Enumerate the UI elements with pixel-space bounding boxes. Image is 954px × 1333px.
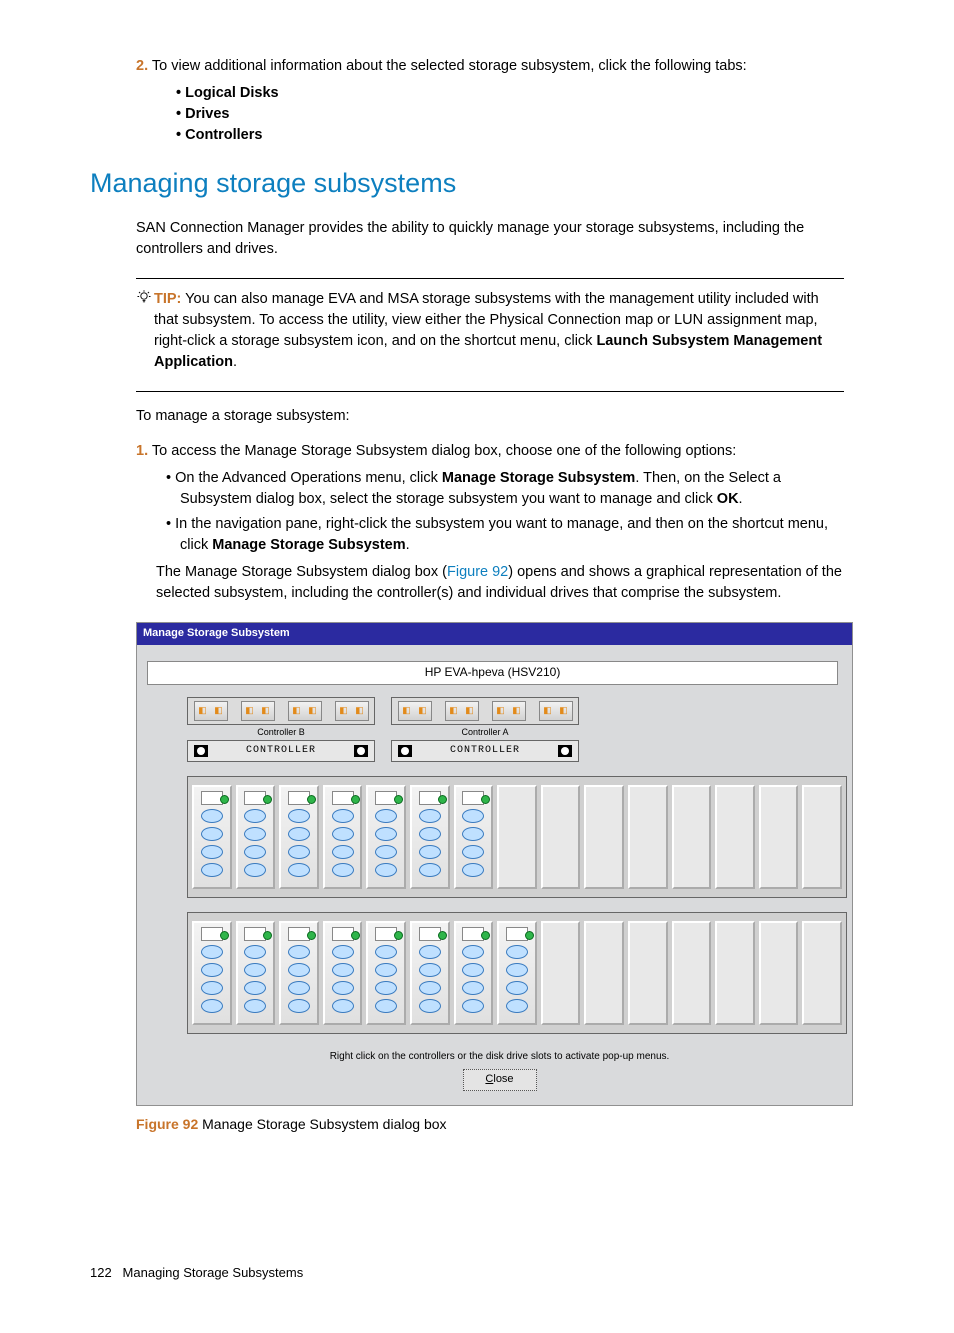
drive-slot-populated[interactable] bbox=[279, 921, 319, 1025]
option-b: In the navigation pane, right-click the … bbox=[166, 514, 844, 556]
tip-lightbulb-icon bbox=[136, 289, 154, 373]
controller-text: CONTROLLER bbox=[246, 744, 316, 759]
controller-bar: CONTROLLER bbox=[391, 740, 579, 763]
drive-slot-populated[interactable] bbox=[192, 921, 232, 1025]
section-intro: SAN Connection Manager provides the abil… bbox=[136, 218, 844, 260]
page-number: 122 bbox=[90, 1265, 112, 1280]
controller-bar: CONTROLLER bbox=[187, 740, 375, 763]
drive-slot-empty[interactable] bbox=[584, 785, 624, 889]
drive-slot-empty[interactable] bbox=[715, 921, 755, 1025]
drive-slot-populated[interactable] bbox=[454, 921, 494, 1025]
bold: OK bbox=[717, 491, 739, 507]
tip-rule-bottom bbox=[136, 391, 844, 392]
drive-shelf-2 bbox=[187, 912, 847, 1034]
text: On the Advanced Operations menu, click bbox=[175, 470, 442, 486]
drive-slot-populated[interactable] bbox=[454, 785, 494, 889]
tip-block: TIP: You can also manage EVA and MSA sto… bbox=[136, 289, 844, 373]
drive-slot-empty[interactable] bbox=[802, 785, 842, 889]
figure-label: Figure 92 bbox=[136, 1116, 198, 1132]
drive-slot-populated[interactable] bbox=[236, 785, 276, 889]
led-icon bbox=[398, 745, 412, 757]
controller-ports-icon: ◧◧◧◧◧◧◧◧ bbox=[391, 697, 579, 725]
text: . bbox=[406, 537, 410, 553]
controller-a-group[interactable]: ◧◧◧◧◧◧◧◧ Controller A CONTROLLER bbox=[391, 697, 579, 763]
dialog-manage-storage-subsystem: Manage Storage Subsystem HP EVA-hpeva (H… bbox=[136, 622, 853, 1105]
tip-rule-top bbox=[136, 278, 844, 279]
tip-text-end: . bbox=[233, 354, 237, 370]
dialog-titlebar: Manage Storage Subsystem bbox=[137, 623, 852, 645]
section-heading: Managing storage subsystems bbox=[90, 164, 844, 203]
drive-shelf-1 bbox=[187, 776, 847, 898]
step-number: 1. bbox=[136, 443, 148, 459]
drive-slot-empty[interactable] bbox=[715, 785, 755, 889]
controller-b-group[interactable]: ◧◧◧◧◧◧◧◧ Controller B CONTROLLER bbox=[187, 697, 375, 763]
drive-slot-empty[interactable] bbox=[541, 785, 581, 889]
controller-ports-icon: ◧◧◧◧◧◧◧◧ bbox=[187, 697, 375, 725]
subsystem-header: HP EVA-hpeva (HSV210) bbox=[147, 661, 838, 684]
result-paragraph: The Manage Storage Subsystem dialog box … bbox=[156, 562, 844, 604]
step-text: To view additional information about the… bbox=[152, 58, 747, 74]
bold: Manage Storage Subsystem bbox=[212, 537, 405, 553]
drive-slot-populated[interactable] bbox=[323, 921, 363, 1025]
footer-title: Managing Storage Subsystems bbox=[123, 1265, 304, 1280]
tab-item: Controllers bbox=[176, 125, 844, 146]
manage-intro: To manage a storage subsystem: bbox=[136, 406, 844, 427]
step-1-options: On the Advanced Operations menu, click M… bbox=[166, 468, 844, 556]
led-icon bbox=[194, 745, 208, 757]
drive-slot-empty[interactable] bbox=[497, 785, 537, 889]
tab-list: Logical Disks Drives Controllers bbox=[176, 83, 844, 146]
drive-slot-populated[interactable] bbox=[192, 785, 232, 889]
figure-link[interactable]: Figure 92 bbox=[447, 564, 508, 580]
text: The Manage Storage Subsystem dialog box … bbox=[156, 564, 447, 580]
step-number: 2. bbox=[136, 58, 148, 74]
drive-slot-empty[interactable] bbox=[759, 921, 799, 1025]
controller-a-label: Controller A bbox=[391, 726, 579, 739]
drive-slot-empty[interactable] bbox=[541, 921, 581, 1025]
tab-item: Logical Disks bbox=[176, 83, 844, 104]
drive-slot-empty[interactable] bbox=[802, 921, 842, 1025]
option-a: On the Advanced Operations menu, click M… bbox=[166, 468, 844, 510]
led-icon bbox=[558, 745, 572, 757]
drive-slot-empty[interactable] bbox=[672, 921, 712, 1025]
step-text: To access the Manage Storage Subsystem d… bbox=[152, 443, 736, 459]
tip-label: TIP: bbox=[154, 291, 181, 307]
close-label: lose bbox=[493, 1073, 513, 1085]
figure-caption: Figure 92 Manage Storage Subsystem dialo… bbox=[136, 1114, 844, 1134]
step-2: 2. To view additional information about … bbox=[136, 56, 844, 77]
drive-slot-empty[interactable] bbox=[759, 785, 799, 889]
controller-text: CONTROLLER bbox=[450, 744, 520, 759]
figure-text: Manage Storage Subsystem dialog box bbox=[198, 1116, 446, 1132]
drive-slot-empty[interactable] bbox=[628, 785, 668, 889]
close-button[interactable]: Close bbox=[463, 1069, 537, 1091]
dialog-hint: Right click on the controllers or the di… bbox=[147, 1050, 852, 1065]
drive-slot-populated[interactable] bbox=[410, 785, 450, 889]
drive-slot-populated[interactable] bbox=[323, 785, 363, 889]
drive-slot-populated[interactable] bbox=[497, 921, 537, 1025]
led-icon bbox=[354, 745, 368, 757]
bold: Manage Storage Subsystem bbox=[442, 470, 635, 486]
drive-slot-empty[interactable] bbox=[672, 785, 712, 889]
drive-slot-populated[interactable] bbox=[366, 785, 406, 889]
step-1: 1. To access the Manage Storage Subsyste… bbox=[136, 441, 844, 462]
drive-slot-empty[interactable] bbox=[584, 921, 624, 1025]
controller-b-label: Controller B bbox=[187, 726, 375, 739]
text: . bbox=[739, 491, 743, 507]
tab-item: Drives bbox=[176, 104, 844, 125]
drive-slot-populated[interactable] bbox=[410, 921, 450, 1025]
drive-slot-populated[interactable] bbox=[366, 921, 406, 1025]
drive-slot-empty[interactable] bbox=[628, 921, 668, 1025]
drive-slot-populated[interactable] bbox=[236, 921, 276, 1025]
drive-slot-populated[interactable] bbox=[279, 785, 319, 889]
page-footer: 122 Managing Storage Subsystems bbox=[90, 1264, 844, 1283]
